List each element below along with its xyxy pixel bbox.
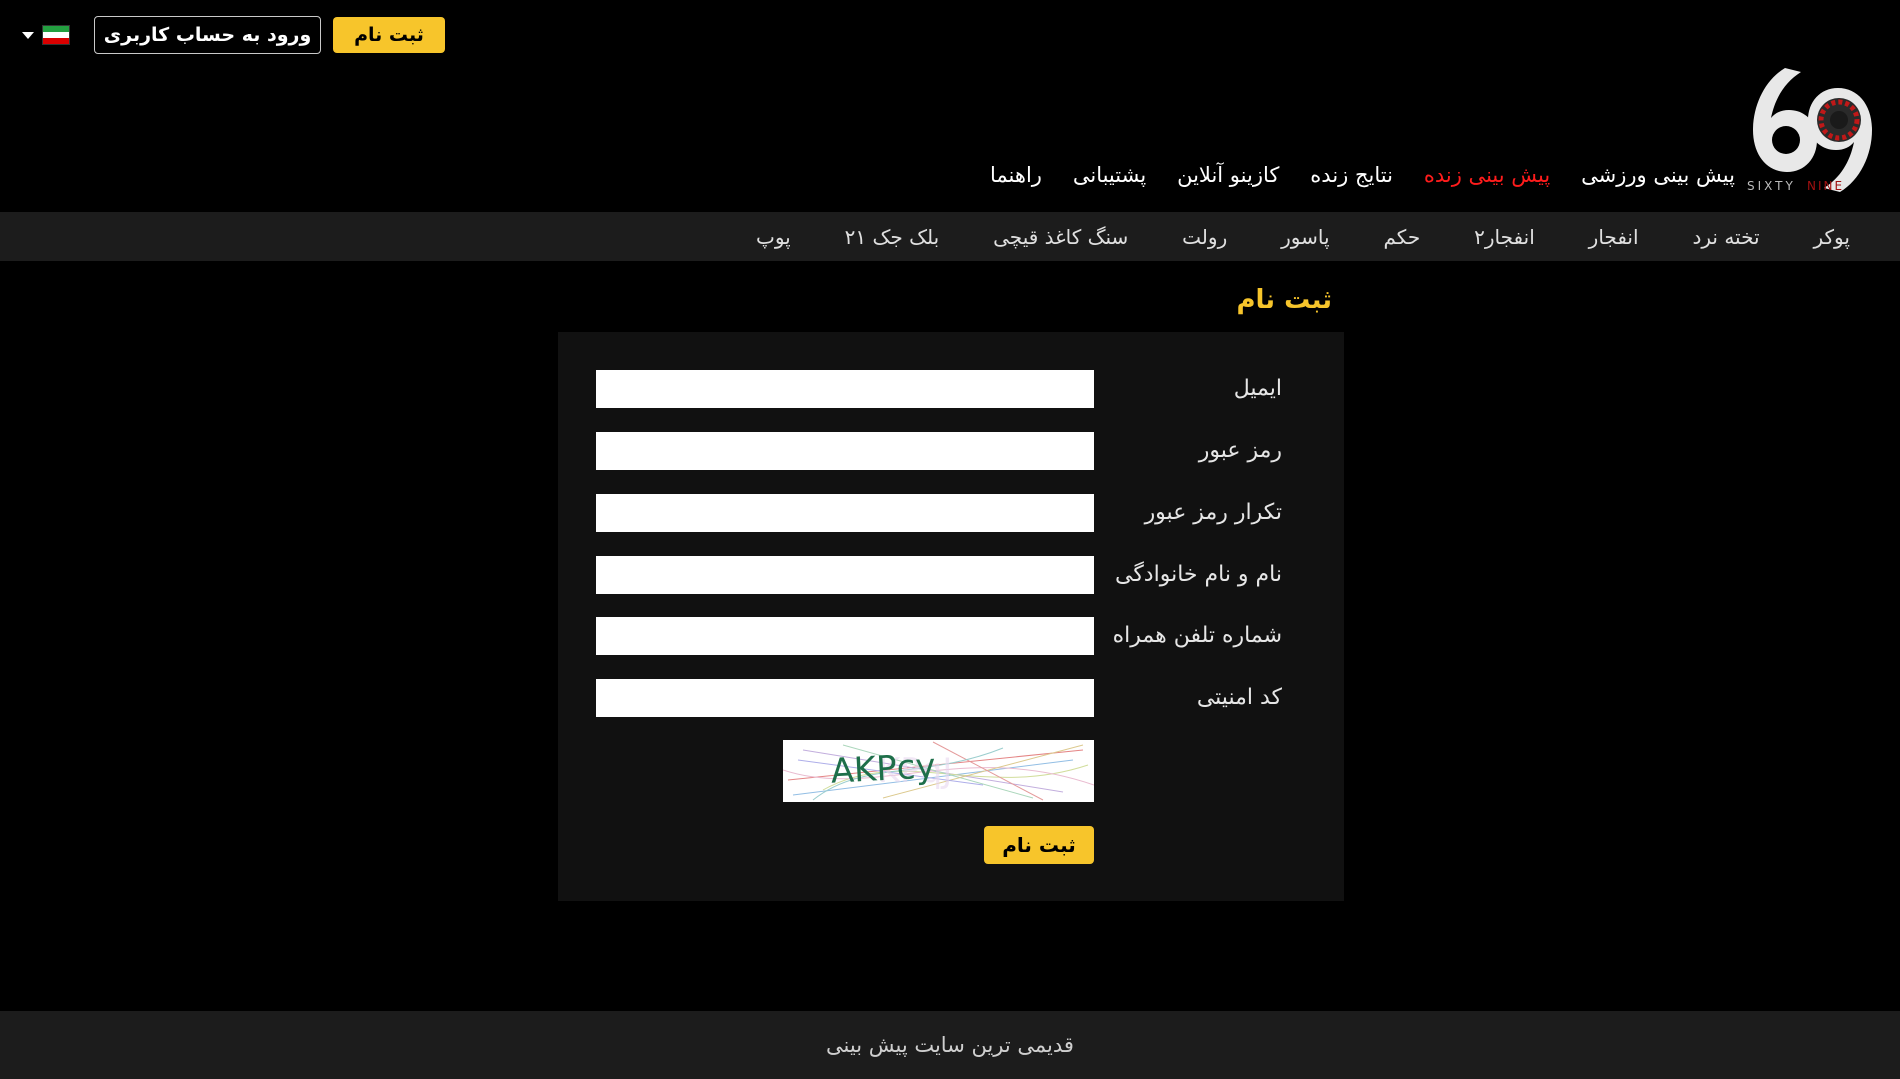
- security-code-label: کد امنیتی: [1196, 685, 1282, 710]
- email-row: ایمیل: [558, 370, 1344, 408]
- phone-field[interactable]: [596, 617, 1094, 655]
- full-name-row: نام و نام خانوادگی: [558, 556, 1344, 594]
- nav-online-casino[interactable]: کازینو آنلاین: [1177, 163, 1279, 187]
- captcha-image[interactable]: KPqJ AKPcy: [783, 740, 1094, 802]
- top-bar: ورود به حساب کاربری ثبت نام: [0, 0, 1900, 68]
- game-backgammon[interactable]: تخته نرد: [1692, 225, 1759, 249]
- nav-live-results[interactable]: نتایج زنده: [1310, 163, 1393, 187]
- password-field[interactable]: [596, 432, 1094, 470]
- svg-text:NINE: NINE: [1807, 179, 1844, 193]
- email-field[interactable]: [596, 370, 1094, 408]
- roulette-69-logo-icon: SIXTY NINE: [1747, 68, 1872, 193]
- registration-form: ایمیل رمز عبور تکرار رمز عبور نام و نام …: [558, 332, 1344, 901]
- iran-flag-icon[interactable]: [42, 25, 70, 45]
- language-selector[interactable]: [22, 24, 74, 46]
- nav-support[interactable]: پشتیبانی: [1073, 163, 1146, 187]
- game-roulette[interactable]: رولت: [1182, 225, 1227, 249]
- games-nav-bar: پوکر تخته نرد انفجار انفجار۲ حکم پاسور ر…: [0, 212, 1900, 261]
- footer: قدیمی ترین سایت پیش بینی: [0, 1011, 1900, 1079]
- confirm-password-label: تکرار رمز عبور: [1144, 500, 1282, 525]
- security-code-row: کد امنیتی: [558, 679, 1344, 717]
- footer-tagline: قدیمی ترین سایت پیش بینی: [826, 1033, 1074, 1057]
- game-pop[interactable]: پوپ: [756, 225, 791, 249]
- full-name-field[interactable]: [596, 556, 1094, 594]
- register-button-top[interactable]: ثبت نام: [333, 17, 445, 53]
- game-pasur[interactable]: پاسور: [1281, 225, 1329, 249]
- main-nav: پیش بینی ورزشی پیش بینی زنده نتایج زنده …: [990, 155, 1735, 195]
- confirm-password-field[interactable]: [596, 494, 1094, 532]
- nav-guide[interactable]: راهنما: [990, 163, 1042, 187]
- game-rock-paper-scissors[interactable]: سنگ کاغذ قیچی: [993, 225, 1128, 249]
- game-crash-2[interactable]: انفجار۲: [1474, 225, 1535, 249]
- game-hokm[interactable]: حکم: [1383, 225, 1420, 249]
- game-blackjack-21[interactable]: بلک جک ۲۱: [845, 225, 940, 249]
- password-row: رمز عبور: [558, 432, 1344, 470]
- full-name-label: نام و نام خانوادگی: [1114, 562, 1282, 587]
- captcha-noise-graphic: KPqJ AKPcy: [783, 741, 1094, 801]
- phone-row: شماره تلفن همراه: [558, 617, 1344, 655]
- game-crash[interactable]: انفجار: [1589, 225, 1639, 249]
- phone-label: شماره تلفن همراه: [1112, 623, 1282, 648]
- captcha-text: AKPcy: [830, 746, 937, 791]
- nav-sports-betting[interactable]: پیش بینی ورزشی: [1581, 163, 1735, 187]
- security-code-field[interactable]: [596, 679, 1094, 717]
- submit-register-button[interactable]: ثبت نام: [984, 826, 1094, 864]
- confirm-password-row: تکرار رمز عبور: [558, 494, 1344, 532]
- caret-down-icon[interactable]: [22, 31, 34, 39]
- game-poker[interactable]: پوکر: [1813, 225, 1849, 249]
- site-logo[interactable]: SIXTY NINE: [1745, 60, 1880, 195]
- email-label: ایمیل: [1233, 376, 1282, 401]
- nav-live-betting[interactable]: پیش بینی زنده: [1424, 163, 1550, 187]
- page-title: ثبت نام: [1236, 285, 1332, 315]
- login-button[interactable]: ورود به حساب کاربری: [94, 16, 321, 54]
- svg-text:SIXTY: SIXTY: [1747, 179, 1796, 193]
- password-label: رمز عبور: [1198, 438, 1282, 463]
